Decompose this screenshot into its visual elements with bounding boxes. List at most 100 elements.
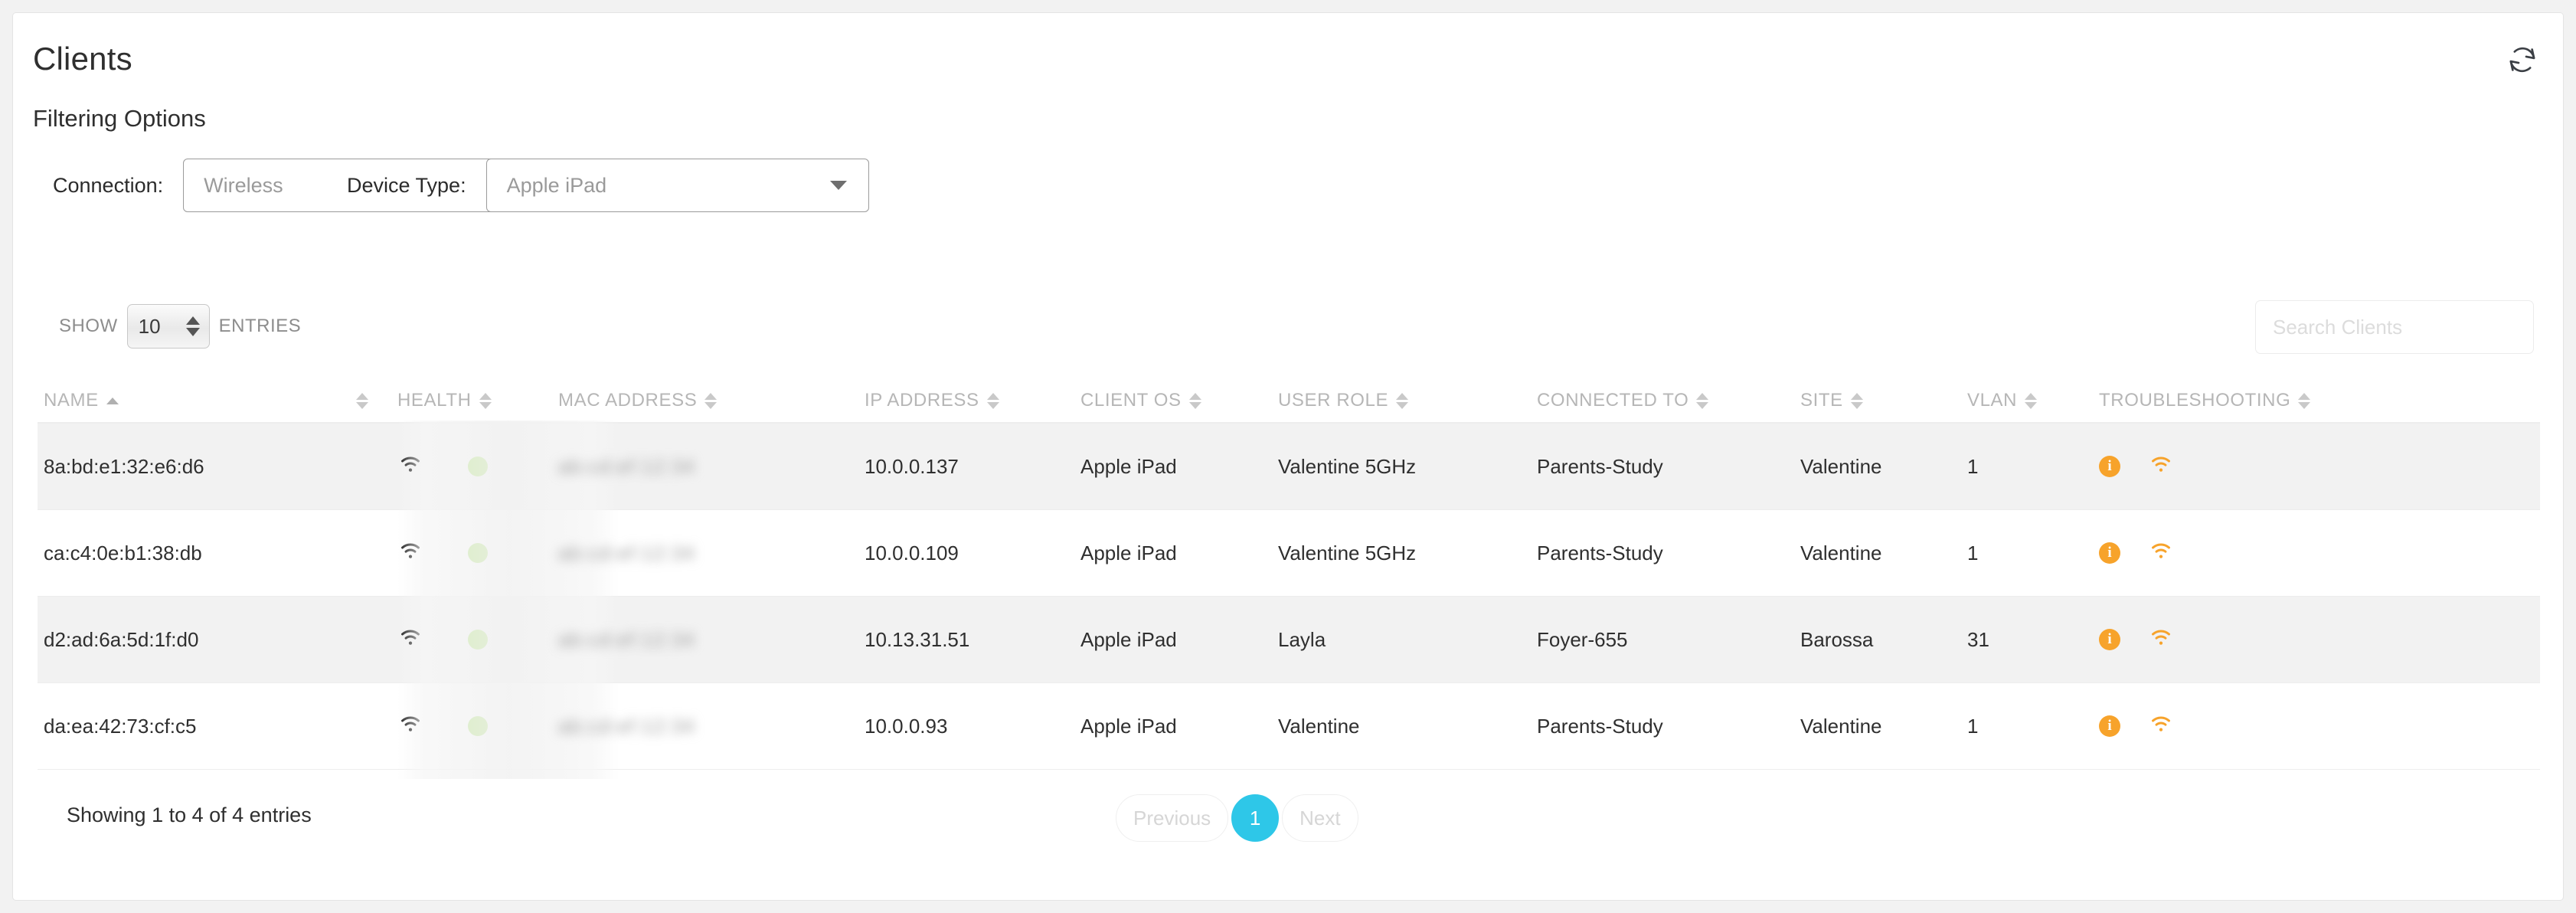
cell-connected-to: Parents-Study [1537,541,1663,564]
filter-row: Connection: Wireless Device Type: Apple … [33,159,2483,227]
table-body: 8a:bd:e1:32:e6:d6 ab:cd:ef:12:34 10.0.0.13… [38,421,2540,779]
previous-page-button[interactable]: Previous [1116,794,1229,842]
cell-ip-address: 10.0.0.93 [865,714,948,738]
cell-health [468,456,558,476]
next-page-button[interactable]: Next [1282,794,1358,842]
col-header-connected-to[interactable]: CONNECTED TO [1537,390,1800,411]
entries-label: ENTRIES [218,316,302,336]
col-header-site-label: SITE [1800,390,1843,411]
col-header-mac-address[interactable]: MAC ADDRESS [558,390,865,411]
page-title: Clients [33,41,132,77]
clients-panel: Clients Filtering Options Connection: Wi… [12,12,2564,901]
info-icon[interactable]: i [2099,456,2120,477]
cell-client-os: Apple iPad [1080,454,1177,478]
cell-name: d2:ad:6a:5d:1f:d0 [38,628,397,652]
search-input[interactable] [2256,314,2533,340]
wifi-icon[interactable] [2148,538,2174,569]
sort-icon[interactable] [1696,392,1709,409]
cell-user-role: Layla [1278,627,1326,651]
col-header-vlan-label: VLAN [1967,390,2018,411]
sort-icon[interactable] [2298,392,2311,409]
table-row[interactable]: 8a:bd:e1:32:e6:d6 ab:cd:ef:12:34 10.0.0.13… [38,424,2540,510]
client-name-link[interactable]: da:ea:42:73:cf:c5 [44,715,196,738]
sort-icon[interactable] [479,392,492,409]
col-header-client-os-label: CLIENT OS [1080,390,1182,411]
cell-site: Barossa [1800,627,1874,651]
col-header-user-role[interactable]: USER ROLE [1278,390,1537,411]
table-footer: Showing 1 to 4 of 4 entries Previous 1 N… [13,787,2565,871]
wifi-icon[interactable] [2148,624,2174,656]
cell-mac-address: ab:cd:ef:12:34 [558,715,865,738]
table-row[interactable]: d2:ad:6a:5d:1f:d0 ab:cd:ef:12:34 10.13.31.… [38,597,2540,683]
device-type-select[interactable]: Apple iPad [485,159,869,212]
info-icon[interactable]: i [2099,542,2120,564]
wifi-icon [397,451,423,483]
col-header-client-os[interactable]: CLIENT OS [1080,390,1278,411]
client-name-link[interactable]: d2:ad:6a:5d:1f:d0 [44,628,198,652]
cell-vlan: 1 [1967,541,1979,564]
table-controls: SHOW 10 ENTRIES [13,300,2565,362]
clients-page: Clients Filtering Options Connection: Wi… [0,0,2576,913]
page-button-1[interactable]: 1 [1231,794,1280,842]
cell-connected-to: Parents-Study [1537,714,1663,738]
info-icon[interactable]: i [2099,629,2120,650]
stepper-arrows[interactable] [185,316,200,336]
cell-ip-address: 10.0.0.109 [865,541,959,564]
col-header-name[interactable]: NAME [38,390,397,411]
cell-health [468,716,558,736]
table-row[interactable]: da:ea:42:73:cf:c5 ab:cd:ef:12:34 10.0.0.93… [38,683,2540,770]
cell-troubleshooting: i [2099,451,2405,483]
client-name-link[interactable]: ca:c4:0e:b1:38:db [44,542,202,565]
stepper-up-icon[interactable] [185,316,200,325]
col-header-mac-address-label: MAC ADDRESS [558,390,698,411]
cell-troubleshooting: i [2099,624,2405,656]
cell-health [468,630,558,650]
health-status-dot [468,543,488,563]
cell-health [468,543,558,563]
cell-connection-type [397,624,468,656]
col-header-connected-to-label: CONNECTED TO [1537,390,1689,411]
pagination: Previous 1 Next [1116,794,1358,842]
table-row[interactable]: ca:c4:0e:b1:38:db ab:cd:ef:12:34 10.0.0.10… [38,510,2540,597]
filtering-options-title: Filtering Options [33,105,206,132]
device-type-label: Device Type: [347,173,466,197]
wifi-icon[interactable] [2148,711,2174,742]
cell-client-os: Apple iPad [1080,714,1177,738]
health-status-dot [468,456,488,476]
sort-icon[interactable] [986,392,999,409]
sort-icon[interactable] [1850,392,1863,409]
showing-entries-text: Showing 1 to 4 of 4 entries [67,803,312,826]
col-header-vlan[interactable]: VLAN [1967,390,2099,411]
cell-mac-address: ab:cd:ef:12:34 [558,542,865,565]
mac-address-redacted: ab:cd:ef:12:34 [558,541,695,564]
stepper-down-icon[interactable] [185,328,200,336]
sort-icon[interactable] [1188,392,1201,409]
entries-stepper[interactable]: 10 [126,304,210,349]
cell-troubleshooting: i [2099,538,2405,569]
col-header-ip-address[interactable]: IP ADDRESS [865,390,1080,411]
cell-site: Valentine [1800,541,1882,564]
cell-vlan: 1 [1967,454,1979,478]
sort-icon[interactable] [356,392,368,409]
health-status-dot [468,716,488,736]
cell-mac-address: ab:cd:ef:12:34 [558,455,865,479]
info-icon[interactable]: i [2099,715,2120,737]
sort-icon[interactable] [704,392,718,409]
cell-ip-address: 10.13.31.51 [865,627,970,651]
refresh-icon[interactable] [2505,42,2540,77]
col-header-health[interactable]: HEALTH [397,390,558,411]
client-name-link[interactable]: 8a:bd:e1:32:e6:d6 [44,455,204,479]
wifi-icon[interactable] [2148,451,2174,483]
mac-address-redacted: ab:cd:ef:12:34 [558,627,695,651]
chevron-down-icon [829,181,847,190]
cell-site: Valentine [1800,454,1882,478]
sort-icon[interactable] [1396,392,1409,409]
sort-icon[interactable] [2025,392,2038,409]
col-header-troubleshooting[interactable]: TROUBLESHOOTING [2099,390,2405,411]
col-header-site[interactable]: SITE [1800,390,1967,411]
table-header-row: NAME HEALTH MAC ADDRESS IP ADDRESS CLIEN… [38,379,2540,424]
sort-asc-icon[interactable] [106,397,119,404]
col-header-troubleshooting-label: TROUBLESHOOTING [2099,390,2291,411]
search-clients-box[interactable] [2255,300,2534,354]
cell-connected-to: Parents-Study [1537,454,1663,478]
